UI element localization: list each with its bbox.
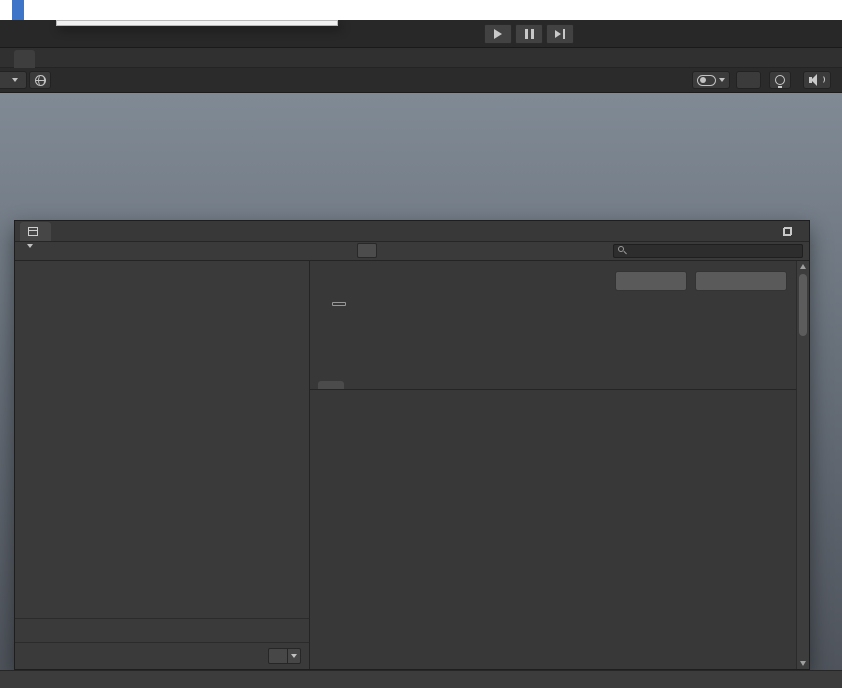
tab-images[interactable] [378,381,404,389]
speaker-icon [808,74,826,86]
bulb-icon [775,75,785,88]
menubar-item-help[interactable] [24,0,36,20]
step-icon [555,29,565,39]
tab-overview[interactable] [318,381,344,389]
menu-bar [0,0,842,20]
info-row-purchased-date [318,462,328,476]
game-view-tab[interactable] [14,50,35,68]
package-manager-body [15,261,809,669]
scene-toolbar [0,68,842,93]
add-package-button[interactable] [22,244,33,248]
package-icon [28,227,38,236]
scroll-thumb[interactable] [799,274,807,336]
package-manager-toolbar [15,242,809,261]
unity-editor-screen [0,0,842,688]
maximize-icon[interactable] [783,226,792,236]
version-date-row [318,302,346,306]
menubar-item-services[interactable] [0,0,12,20]
scroll-up-icon[interactable] [800,264,806,269]
play-icon [494,29,502,39]
globe-button[interactable] [29,71,51,89]
caret-down-icon [719,78,725,82]
info-row-package-size [318,436,328,450]
globe-icon [34,74,46,86]
package-manager-window [14,220,810,670]
refresh-controls [268,648,301,664]
play-button[interactable] [484,24,512,44]
package-list [15,261,309,618]
refresh-button[interactable] [268,648,288,664]
scroll-down-icon[interactable] [800,661,806,666]
redownload-button[interactable] [695,271,787,291]
package-detail-panel [310,261,809,669]
pause-button[interactable] [515,24,543,44]
list-footer [15,618,309,642]
search-icon [618,246,628,256]
2d-toggle-button[interactable] [736,71,761,89]
tab-releases[interactable] [348,381,374,389]
lighting-toggle-button[interactable] [769,71,791,89]
search-input[interactable] [632,245,798,257]
caret-down-icon [27,244,33,248]
import-button[interactable] [615,271,687,291]
detail-scrollbar[interactable] [796,261,809,669]
render-mode-dropdown[interactable] [692,71,730,89]
window-controls [772,221,803,241]
view-tab-bar [0,48,842,68]
asset-store-badge [332,302,346,306]
detail-tabs [310,365,796,390]
status-bar [15,642,309,669]
clear-filters-button[interactable] [357,243,377,258]
package-manager-tab[interactable] [20,222,51,241]
pause-icon [524,29,534,39]
capsule-icon [697,74,716,86]
caret-down-icon [291,654,297,658]
step-button[interactable] [546,24,574,44]
search-box [613,244,803,258]
menubar-item-window[interactable] [12,0,24,20]
refresh-dropdown-button[interactable] [288,648,301,664]
window-dropdown [56,20,338,26]
caret-down-icon [11,78,18,82]
package-manager-titlebar [15,221,809,242]
play-controls [484,24,574,44]
layer-dropdown[interactable] [0,71,27,89]
audio-toggle-button[interactable] [803,71,831,89]
status-strip [0,670,842,688]
info-row-unity-versions [318,410,328,424]
package-list-pane [15,261,310,669]
